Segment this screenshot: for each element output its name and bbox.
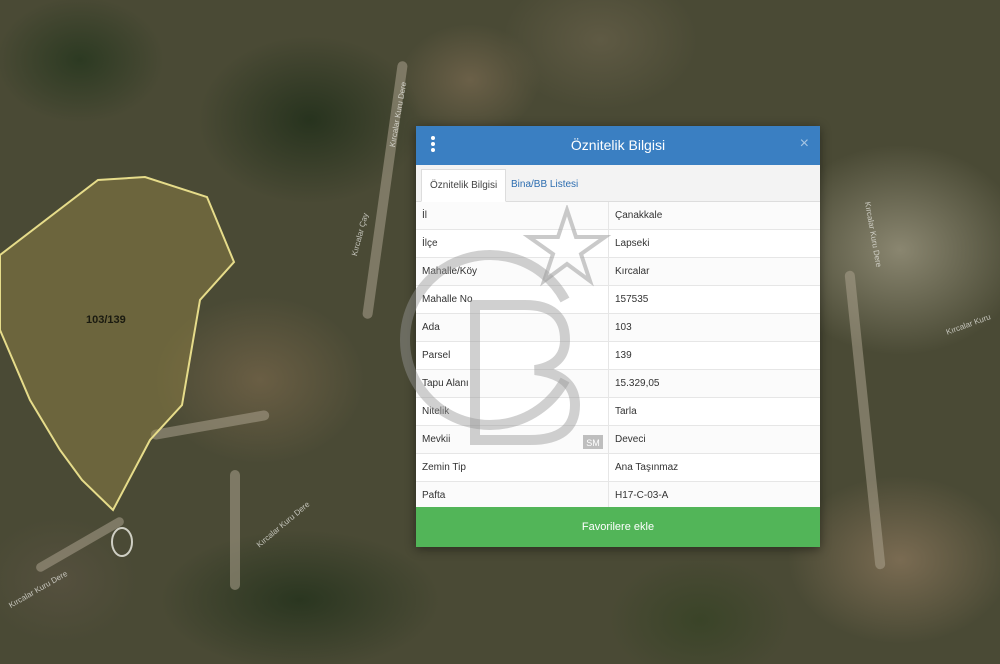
attr-key: Mahalle/Köy <box>416 257 609 286</box>
attr-key: Pafta <box>416 481 609 510</box>
table-row: Mevkii Deveci <box>416 425 820 454</box>
attr-key: Mevkii <box>416 425 609 454</box>
table-row: Nitelik Tarla <box>416 397 820 426</box>
attr-value: 157535 <box>608 285 820 314</box>
attr-value: Lapseki <box>608 229 820 258</box>
attr-value: Tarla <box>608 397 820 426</box>
attr-key: İl <box>416 202 609 230</box>
attribute-dialog: Öznitelik Bilgisi × Öznitelik Bilgisi Bi… <box>416 126 820 547</box>
attr-value: 139 <box>608 341 820 370</box>
attr-key: Mahalle No <box>416 285 609 314</box>
attr-value: Deveci <box>608 425 820 454</box>
attr-value: Ana Taşınmaz <box>608 453 820 482</box>
attr-key: Tapu Alanı <box>416 369 609 398</box>
attr-value: 103 <box>608 313 820 342</box>
attr-key: Nitelik <box>416 397 609 426</box>
attr-key: Ada <box>416 313 609 342</box>
table-row: İl Çanakkale <box>416 202 820 230</box>
attr-key: İlçe <box>416 229 609 258</box>
parcel-label: 103/139 <box>86 314 126 326</box>
table-row: İlçe Lapseki <box>416 229 820 258</box>
dialog-header: Öznitelik Bilgisi × <box>416 126 820 165</box>
table-row: Pafta H17-C-03-A <box>416 481 820 510</box>
attr-value: 15.329,05 <box>608 369 820 398</box>
table-row: Parsel 139 <box>416 341 820 370</box>
tab-building-list[interactable]: Bina/BB Listesi <box>503 169 586 200</box>
attr-value: Çanakkale <box>608 202 820 230</box>
tab-bar: Öznitelik Bilgisi Bina/BB Listesi <box>416 165 820 202</box>
tab-attribute-info[interactable]: Öznitelik Bilgisi <box>421 169 507 202</box>
table-row: Tapu Alanı 15.329,05 <box>416 369 820 398</box>
attr-value: Kırcalar <box>608 257 820 286</box>
table-row: Zemin Tip Ana Taşınmaz <box>416 453 820 482</box>
table-row: Ada 103 <box>416 313 820 342</box>
map-marker <box>111 527 133 557</box>
attr-key: Zemin Tip <box>416 453 609 482</box>
add-favorite-button[interactable]: Favorilere ekle <box>416 507 820 547</box>
table-row: Mahalle/Köy Kırcalar <box>416 257 820 286</box>
table-row: Mahalle No 157535 <box>416 285 820 314</box>
attr-key: Parsel <box>416 341 609 370</box>
attr-value: H17-C-03-A <box>608 481 820 510</box>
parcel-polygon[interactable] <box>0 175 236 512</box>
close-icon[interactable]: × <box>800 135 809 153</box>
attribute-table: İl Çanakkale İlçe Lapseki Mahalle/Köy Kırca… <box>416 202 820 510</box>
dialog-title: Öznitelik Bilgisi <box>570 137 666 153</box>
